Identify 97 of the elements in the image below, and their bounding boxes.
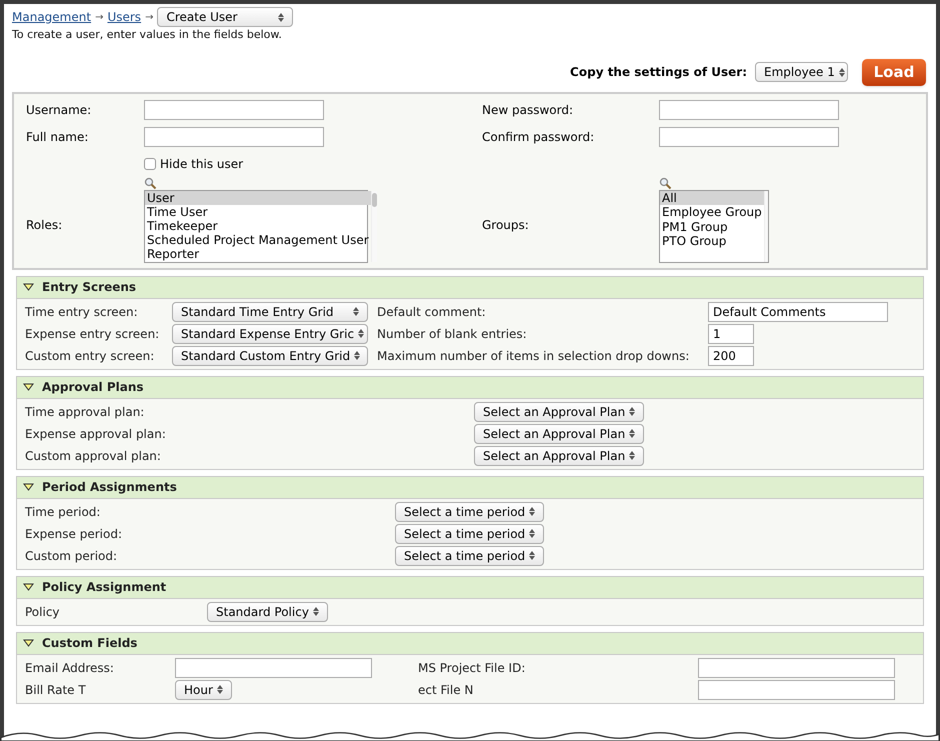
dropdown[interactable]: Standard Custom Entry Grid (172, 346, 368, 366)
field-label: ect File N (418, 682, 474, 698)
field-label: MS Project File ID: (418, 660, 526, 676)
text-field[interactable]: 1 (708, 324, 754, 344)
scroll-bar[interactable] (764, 190, 768, 262)
updown-arrows-icon (358, 329, 364, 338)
updown-arrows-icon (629, 429, 636, 438)
triangle-icon[interactable] (23, 283, 34, 291)
field-label: Custom period: (25, 548, 118, 564)
breadcrumb-link[interactable]: Management (12, 8, 92, 26)
text-field[interactable] (144, 100, 324, 120)
list-item[interactable]: Timekeeper (145, 218, 371, 234)
updown-arrows-icon (629, 407, 636, 416)
section-title: Entry Screens (42, 279, 136, 296)
updown-arrows-icon (529, 551, 536, 560)
breadcrumb-link[interactable]: Users (107, 8, 142, 26)
list-item[interactable]: Reporter (145, 247, 371, 262)
list-item[interactable]: All (660, 190, 764, 205)
dropdown[interactable]: Standard Policy (207, 602, 328, 622)
field-label: Time period: (25, 504, 102, 520)
field-label: Time approval plan: (25, 404, 146, 420)
list-item[interactable]: Employee Group (660, 205, 764, 220)
field-label: Roles: (26, 216, 64, 234)
field-label: Time entry screen: (25, 304, 139, 320)
breadcrumb-separator: → (145, 10, 154, 24)
updown-arrows-icon (354, 351, 360, 360)
section-title: Period Assignments (42, 479, 177, 496)
section-header[interactable]: Period Assignments (17, 476, 923, 498)
dropdown[interactable]: Select a time period (395, 524, 544, 544)
intro-text: To create a user, enter values in the fields below. (11, 27, 283, 43)
breadcrumb-separator: → (95, 10, 104, 24)
list-item[interactable]: User (145, 190, 371, 205)
dropdown[interactable]: Standard Expense Entry Gric (172, 324, 368, 344)
field-label: New password: (482, 102, 574, 119)
section-header[interactable]: Policy Assignment (17, 576, 923, 598)
triangle-icon[interactable] (23, 383, 34, 391)
field-label: Custom entry screen: (25, 348, 156, 364)
dropdown[interactable]: Hour (175, 680, 232, 700)
text-field[interactable]: Default Comments (708, 302, 888, 322)
field-label: Expense entry screen: (25, 326, 160, 342)
list-item[interactable]: Scheduled Project Management User (145, 233, 371, 248)
updown-arrows-icon (216, 685, 223, 694)
section-title: Custom Fields (42, 635, 138, 652)
load-button[interactable]: Load (862, 58, 926, 86)
field-label: Default comment: (377, 304, 487, 320)
section-title: Approval Plans (42, 379, 144, 396)
checkbox-label: Hide this user (160, 156, 244, 172)
updown-arrows-icon (529, 507, 536, 516)
dropdown[interactable]: Create User (157, 7, 294, 27)
triangle-icon[interactable] (23, 583, 34, 591)
field-label: Bill Rate T (25, 682, 87, 698)
updown-arrows-icon (629, 451, 636, 460)
field-label: Expense period: (25, 526, 124, 542)
triangle-icon[interactable] (23, 483, 34, 491)
triangle-icon[interactable] (23, 639, 34, 647)
field-label: Custom approval plan: (25, 448, 162, 464)
updown-arrows-icon (353, 307, 359, 316)
text-field[interactable] (659, 127, 839, 147)
list-box[interactable]: All Employee Group PM1 Group PTO Group (659, 190, 769, 262)
copy-settings-label: Copy the settings of User: (570, 64, 747, 81)
dropdown[interactable]: Select a time period (395, 546, 544, 566)
text-field[interactable] (659, 100, 839, 120)
list-item[interactable]: Time User (145, 204, 371, 219)
text-field[interactable] (144, 127, 324, 147)
list-item[interactable]: PM1 Group (660, 220, 764, 234)
field-label: Email Address: (25, 660, 115, 676)
dropdown[interactable]: Select a time period (395, 502, 544, 522)
updown-arrows-icon (278, 12, 284, 22)
text-field[interactable] (698, 658, 895, 678)
field-label: Number of blank entries: (377, 326, 528, 342)
field-label: Maximum number of items in selection drop downs: (377, 348, 690, 364)
dropdown[interactable]: Select an Approval Plan (474, 402, 644, 422)
section-title: Policy Assignment (42, 579, 166, 596)
updown-arrows-icon (838, 68, 845, 76)
search-icon[interactable] (144, 176, 157, 190)
checkbox[interactable] (144, 158, 156, 170)
list-item[interactable]: PTO Group (660, 234, 764, 248)
field-label: Groups: (482, 216, 530, 234)
dropdown[interactable]: Select an Approval Plan (474, 446, 644, 466)
field-label: Expense approval plan: (25, 426, 167, 442)
section-header[interactable]: Entry Screens (17, 276, 923, 298)
search-icon[interactable] (659, 176, 672, 190)
updown-arrows-icon (529, 529, 536, 538)
text-field[interactable]: 200 (708, 346, 754, 366)
section-header[interactable]: Approval Plans (17, 376, 923, 398)
field-label: Policy (25, 604, 61, 620)
text-field[interactable] (175, 658, 372, 678)
field-label: Username: (26, 102, 92, 119)
field-label: Full name: (26, 129, 90, 146)
section-header[interactable]: Custom Fields (17, 632, 923, 654)
dropdown[interactable]: Employee 1 (755, 62, 848, 82)
scroll-bar[interactable] (370, 190, 377, 262)
dropdown[interactable]: Select an Approval Plan (474, 424, 644, 444)
field-label: Confirm password: (482, 129, 596, 146)
updown-arrows-icon (312, 607, 319, 616)
dropdown[interactable]: Standard Time Entry Grid (172, 302, 368, 322)
text-field[interactable] (698, 680, 895, 700)
